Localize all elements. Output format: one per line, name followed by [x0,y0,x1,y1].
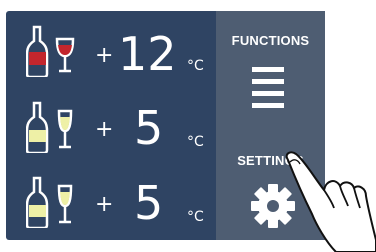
temp-value: 5 [134,176,164,230]
temperature-zones: + 12 °C + 5 °C + 5 °C [6,11,216,240]
white-wine-bottle-glass-icon [26,101,73,153]
functions-button[interactable]: FUNCTIONS [216,11,325,121]
functions-label: FUNCTIONS [231,33,310,48]
red-wine-bottle-glass-icon [26,25,75,77]
temp-unit: °C [187,58,204,74]
sparkling-wine-bottle-glass-icon [26,176,73,228]
menu-icon [252,67,284,109]
display-screen: + 12 °C + 5 °C + 5 °C FUNCTIONS SETTINGS [6,11,325,240]
zone-3[interactable]: + 5 °C [6,174,216,244]
pointing-hand-icon [285,151,376,252]
temp-sign: + [95,43,114,68]
temp-value: 5 [134,101,164,155]
temp-sign: + [95,192,114,217]
temp-value: 12 [118,27,177,81]
temp-unit: °C [187,134,204,150]
zone-1[interactable]: + 12 °C [6,23,216,93]
zone-2[interactable]: + 5 °C [6,99,216,169]
temp-unit: °C [187,209,204,225]
temp-sign: + [95,117,114,142]
